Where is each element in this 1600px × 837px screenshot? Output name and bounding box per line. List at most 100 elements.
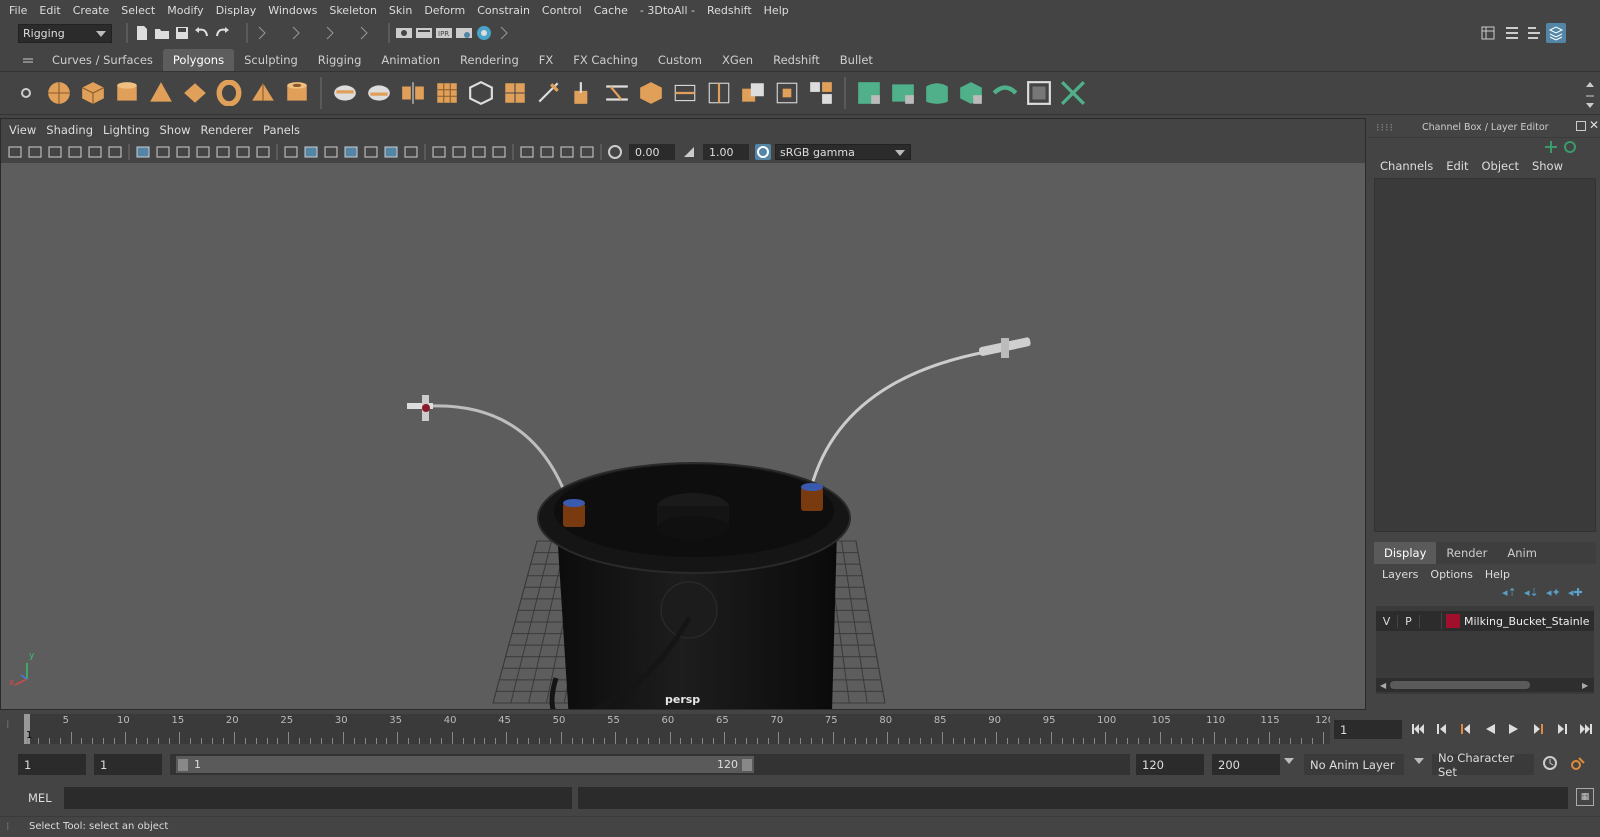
color-management-icon[interactable] [755, 144, 771, 160]
step-forward-frame-icon[interactable] [1552, 719, 1572, 739]
menu-select[interactable]: Select [121, 4, 155, 17]
menu-help[interactable]: Help [764, 4, 789, 17]
uv-auto-icon[interactable] [956, 76, 986, 110]
step-back-frame-icon[interactable] [1432, 719, 1452, 739]
hud-icon[interactable] [491, 144, 507, 160]
select-hierarchy-icon[interactable] [252, 23, 272, 43]
menu-control[interactable]: Control [542, 4, 582, 17]
animation-end-field[interactable]: 200 [1212, 754, 1280, 775]
play-backwards-icon[interactable] [1480, 719, 1500, 739]
viewport-menu-renderer[interactable]: Renderer [201, 123, 254, 137]
edge-loop-icon[interactable] [670, 76, 700, 110]
render-settings-icon[interactable] [454, 23, 474, 43]
menu-skin[interactable]: Skin [389, 4, 412, 17]
layer-tab-anim[interactable]: Anim [1497, 542, 1547, 564]
layer-color-swatch[interactable] [1446, 614, 1460, 628]
uv-cylindrical-icon[interactable] [888, 76, 918, 110]
bridge-icon[interactable] [602, 76, 632, 110]
play-forwards-icon[interactable] [1504, 719, 1524, 739]
layer-type-toggle[interactable] [1420, 613, 1442, 629]
shadows-icon[interactable] [383, 144, 399, 160]
layer-visibility-toggle[interactable]: V [1376, 614, 1398, 628]
uv-cut-sew-icon[interactable] [1058, 76, 1088, 110]
menu-constrain[interactable]: Constrain [477, 4, 530, 17]
layer-menu-options[interactable]: Options [1430, 568, 1472, 581]
range-slider-handle[interactable]: 1 120 [176, 756, 754, 773]
layer-menu-layers[interactable]: Layers [1382, 568, 1418, 581]
menu-edit[interactable]: Edit [39, 4, 60, 17]
shelf-tab-xgen[interactable]: XGen [712, 49, 763, 71]
drag-handle-icon[interactable]: ⁝⁝⁝⁝ [1376, 121, 1394, 134]
smooth-icon[interactable] [432, 76, 462, 110]
shelf-tab-bullet[interactable]: Bullet [830, 49, 883, 71]
auto-key-icon[interactable] [1540, 753, 1560, 773]
animation-prefs-icon[interactable] [1568, 753, 1588, 773]
field-chart-icon[interactable] [215, 144, 231, 160]
wireframe-on-shaded-icon[interactable] [323, 144, 339, 160]
attribute-editor-icon[interactable] [1524, 23, 1544, 43]
float-window-icon[interactable] [1576, 121, 1586, 131]
poly-plane-icon[interactable] [180, 76, 210, 110]
playback-start-field[interactable]: 1 [94, 754, 162, 775]
open-scene-icon[interactable] [152, 23, 172, 43]
textured-icon[interactable] [343, 144, 359, 160]
new-layer-icon[interactable]: ◂✦ [1546, 586, 1568, 599]
motion-blur-icon[interactable] [431, 144, 447, 160]
gamma-field[interactable]: 1.00 [703, 144, 749, 160]
uv-planar-icon[interactable] [854, 76, 884, 110]
safe-action-icon[interactable] [235, 144, 251, 160]
resolution-gate-icon[interactable] [175, 144, 191, 160]
menu-modify[interactable]: Modify [167, 4, 203, 17]
channel-box-menu-edit[interactable]: Edit [1446, 159, 1468, 173]
remesh-icon[interactable] [466, 76, 496, 110]
channel-box-menu-object[interactable]: Object [1482, 159, 1519, 173]
toggle-arrow-icon[interactable] [494, 23, 514, 43]
grease-pencil-icon[interactable] [107, 144, 123, 160]
layer-menu-help[interactable]: Help [1485, 568, 1510, 581]
menu-redshift[interactable]: Redshift [707, 4, 752, 17]
character-set-dropdown-arrow[interactable] [1414, 758, 1424, 764]
bool-icon[interactable] [738, 76, 768, 110]
anim-layer-field[interactable]: No Anim Layer [1304, 754, 1404, 775]
shelf-tab-fx-caching[interactable]: FX Caching [563, 49, 648, 71]
menu-3dtoall[interactable]: - 3DtoAll - [640, 4, 695, 17]
new-layer-selected-icon[interactable]: ◂✚ [1568, 586, 1590, 599]
mirror-icon[interactable] [398, 76, 428, 110]
channel-box-area[interactable] [1374, 178, 1596, 532]
menuset-dropdown[interactable]: Rigging [18, 23, 112, 43]
new-scene-icon[interactable] [132, 23, 152, 43]
move-layer-down-icon[interactable]: ◂⇣ [1524, 586, 1546, 599]
poly-cube-icon[interactable] [78, 76, 108, 110]
range-slider-track[interactable]: 1 120 [170, 754, 1130, 775]
cb-transform-icon[interactable] [1544, 140, 1558, 157]
smooth-shade-icon[interactable] [303, 144, 319, 160]
step-forward-key-icon[interactable] [1528, 719, 1548, 739]
snap-icon[interactable] [354, 23, 374, 43]
render-frame-icon[interactable] [414, 23, 434, 43]
select-object-icon[interactable] [286, 23, 306, 43]
poly-pipe-icon[interactable] [282, 76, 312, 110]
menu-display[interactable]: Display [216, 4, 257, 17]
shelf-scroll-down-icon[interactable] [1580, 96, 1600, 116]
viewport-menu-shading[interactable]: Shading [46, 123, 93, 137]
shelf-tab-custom[interactable]: Custom [648, 49, 712, 71]
anim-layer-dropdown-arrow[interactable] [1284, 758, 1294, 764]
shelf-tab-animation[interactable]: Animation [371, 49, 450, 71]
layer-list-scrollbar[interactable]: ◀ ▶ [1376, 678, 1594, 692]
safe-title-icon[interactable] [255, 144, 271, 160]
camera-lock-icon[interactable] [27, 144, 43, 160]
close-panel-icon[interactable]: ✕ [1589, 118, 1599, 132]
shelf-tab-curves-surfaces[interactable]: Curves / Surfaces [42, 49, 163, 71]
animation-start-field[interactable]: 1 [18, 754, 86, 775]
poly-cylinder-icon[interactable] [112, 76, 142, 110]
insert-loop-icon[interactable] [704, 76, 734, 110]
viewport-menu-show[interactable]: Show [160, 123, 191, 137]
workspace-icon[interactable] [1478, 23, 1498, 43]
layer-tab-display[interactable]: Display [1374, 542, 1437, 564]
viewport-menu-view[interactable]: View [9, 123, 36, 137]
xray-components-icon[interactable] [579, 144, 595, 160]
hypershade-icon[interactable] [474, 23, 494, 43]
menu-create[interactable]: Create [73, 4, 110, 17]
bevel-icon[interactable] [636, 76, 666, 110]
target-weld-icon[interactable] [772, 76, 802, 110]
